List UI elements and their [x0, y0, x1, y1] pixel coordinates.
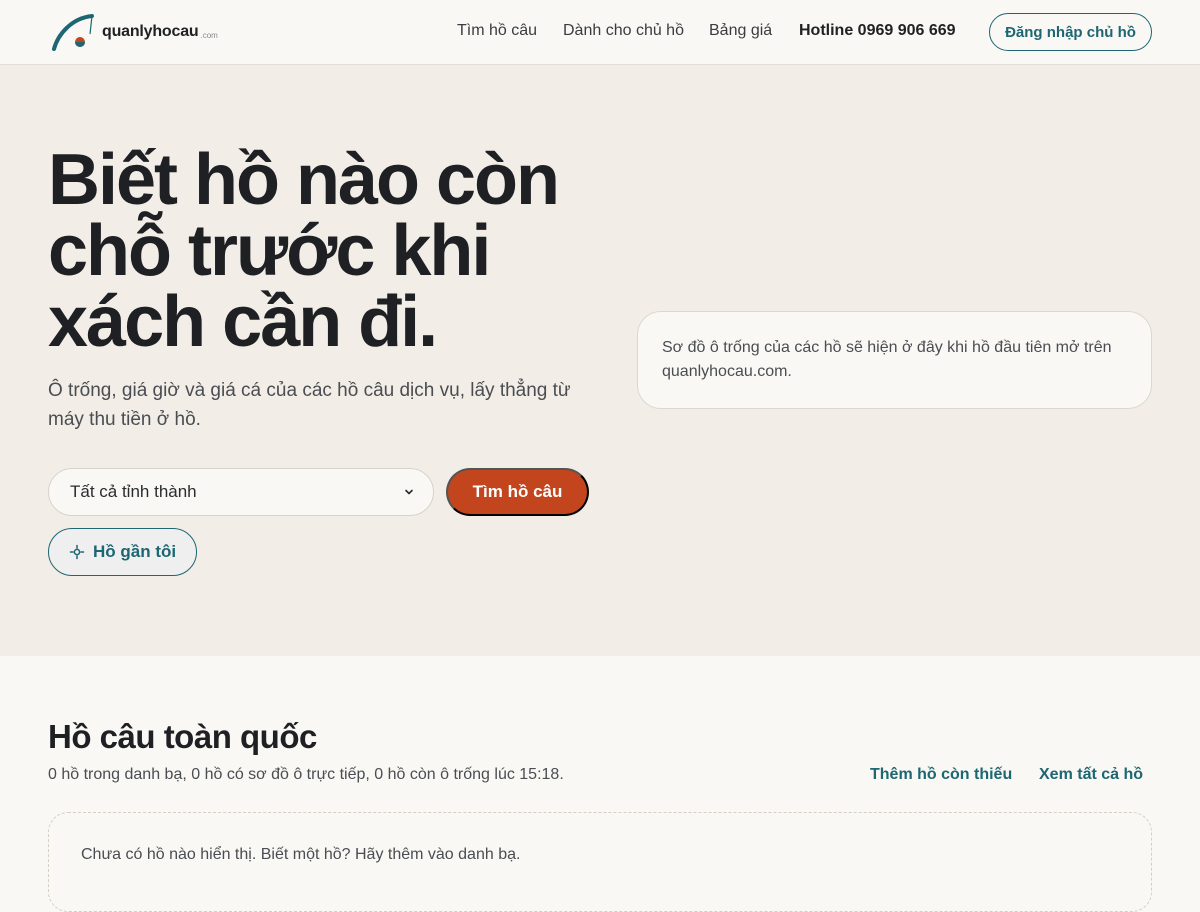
- near-me-button[interactable]: Hồ gần tôi: [48, 528, 197, 576]
- nav-hotline[interactable]: Hotline 0969 906 669: [799, 22, 956, 40]
- section-title: Hồ câu toàn quốc: [48, 718, 317, 755]
- empty-state-card: Chưa có hồ nào hiển thị. Biết một hồ? Hã…: [48, 812, 1152, 912]
- logo-suffix: .com: [200, 30, 218, 40]
- locate-icon: [69, 544, 85, 560]
- section-summary: 0 hồ trong danh bạ, 0 hồ có sơ đồ ô trực…: [48, 766, 564, 783]
- province-select[interactable]: Tất cả tỉnh thành: [48, 468, 434, 516]
- nav-pricing[interactable]: Bảng giá: [709, 22, 772, 40]
- nav-for-owners[interactable]: Dành cho chủ hồ: [563, 22, 684, 40]
- owner-login-button[interactable]: Đăng nhập chủ hồ: [989, 13, 1152, 51]
- site-header: quanlyhocau .com Tìm hồ câu Dành cho chủ…: [0, 0, 1200, 65]
- hero-subtitle: Ô trống, giá giờ và giá cá của các hồ câ…: [48, 380, 571, 430]
- view-all-lakes-link[interactable]: Xem tất cả hồ: [1039, 766, 1143, 784]
- province-select-value: Tất cả tỉnh thành: [70, 482, 197, 501]
- logo-text: quanlyhocau: [102, 23, 199, 40]
- hero-title: Biết hồ nào còn chỗ trước khi xách cần đ…: [48, 140, 560, 362]
- hero-section: Biết hồ nào còn chỗ trước khi xách cần đ…: [0, 65, 1200, 656]
- logo[interactable]: quanlyhocau .com: [50, 12, 218, 52]
- nav-find-lakes[interactable]: Tìm hồ câu: [457, 22, 537, 40]
- map-placeholder-card: Sơ đồ ô trống của các hồ sẽ hiện ở đây k…: [637, 311, 1152, 409]
- near-me-label: Hồ gần tôi: [93, 542, 177, 561]
- fishing-rod-logo-icon: [52, 14, 94, 51]
- chevron-down-icon: [405, 489, 413, 495]
- add-missing-lake-link[interactable]: Thêm hồ còn thiếu: [870, 766, 1012, 784]
- find-lakes-button[interactable]: Tìm hồ câu: [446, 468, 589, 516]
